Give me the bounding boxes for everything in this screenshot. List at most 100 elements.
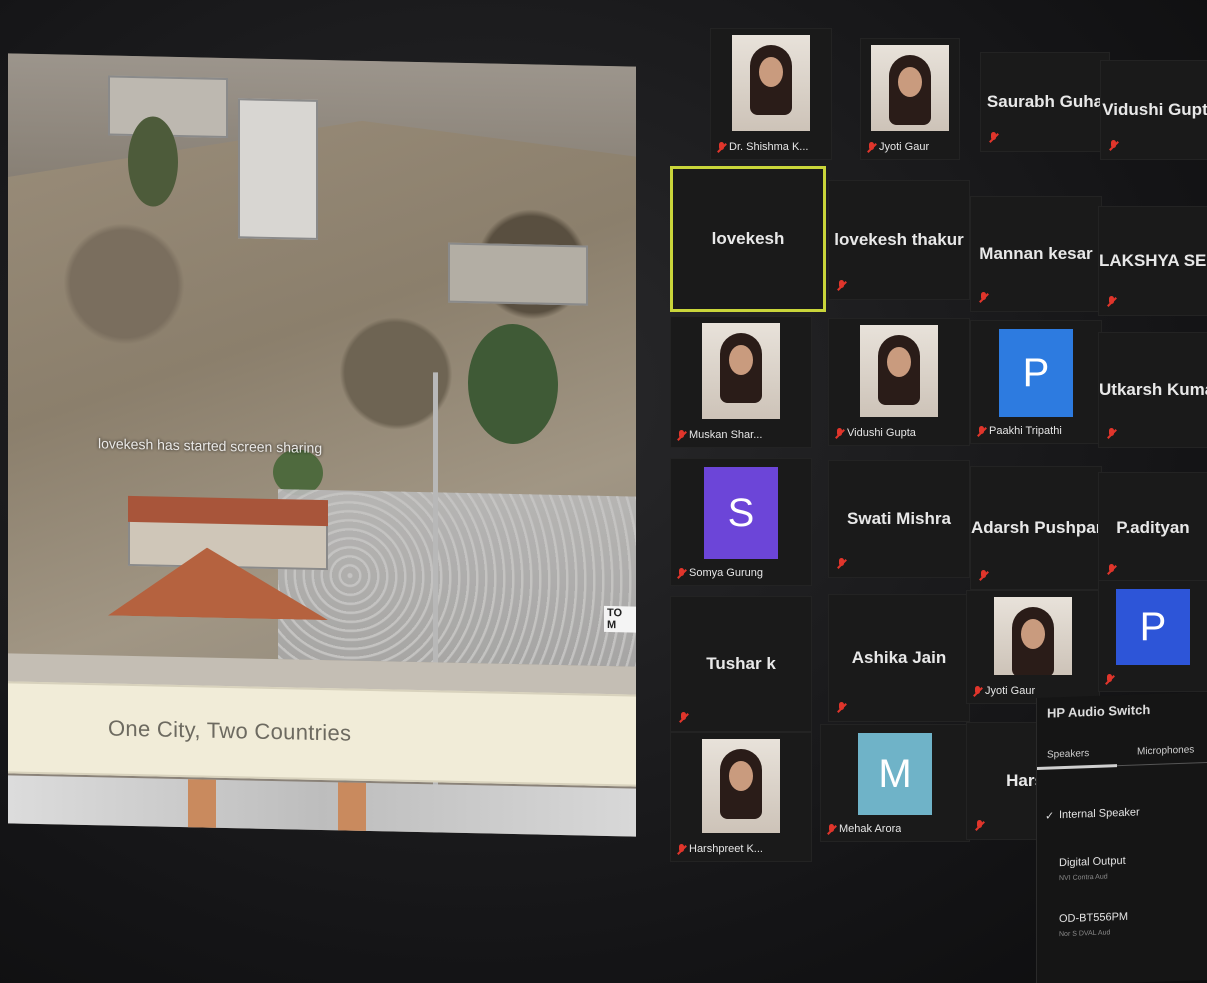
- zoom-meeting-window: lovekesh has started screen sharing TO M…: [0, 0, 1207, 983]
- audio-switch-title: HP Audio Switch: [1047, 701, 1151, 721]
- audio-device-internal-speaker[interactable]: Internal Speaker: [1059, 806, 1140, 821]
- tab-underline: [1037, 761, 1207, 769]
- participant-name-tag: Harshpreet K...: [677, 843, 763, 855]
- mic-muted-icon: [677, 567, 686, 579]
- participant-name: Ashika Jain: [851, 648, 947, 667]
- participant-name-tag: Jyoti Gaur: [973, 685, 1035, 697]
- participant-name: lovekesh: [711, 229, 785, 248]
- participant-tile[interactable]: M Mehak Arora: [820, 724, 970, 842]
- participant-tile[interactable]: Dr. Shishma K...: [710, 28, 832, 160]
- participant-name: Tushar k: [706, 654, 776, 673]
- check-icon: ✓: [1045, 810, 1055, 823]
- participant-name: Saurabh Guha: [986, 92, 1104, 111]
- participant-tile[interactable]: Vidushi Gupta: [828, 318, 970, 446]
- participant-tile[interactable]: P Paakhi Tripathi: [970, 320, 1102, 444]
- participant-name: Paakhi Tripathi: [989, 425, 1062, 437]
- participant-name: P.adityan: [1116, 518, 1190, 537]
- audio-device-digital-output[interactable]: Digital Output: [1059, 855, 1126, 869]
- participant-avatar: P: [1116, 589, 1190, 665]
- participant-video: [732, 35, 810, 131]
- participant-name: Mannan kesar: [979, 244, 1093, 263]
- participant-name: LAKSHYA SEHG: [1099, 251, 1207, 270]
- participant-name: Swati Mishra: [847, 509, 951, 528]
- participant-avatar: S: [704, 467, 778, 559]
- participant-avatar: M: [858, 733, 932, 815]
- mic-muted-icon: [827, 823, 836, 835]
- participant-video: [860, 325, 938, 417]
- mic-muted-icon: [1107, 296, 1116, 307]
- mic-muted-icon: [975, 820, 984, 831]
- slide-tree: [128, 115, 178, 207]
- participant-tile[interactable]: Muskan Shar...: [670, 316, 812, 448]
- slide-barbed-wire: [278, 489, 636, 667]
- audio-device-sub: Nor S DVAL Aud: [1059, 929, 1111, 939]
- participant-name-tag: Paakhi Tripathi: [977, 425, 1062, 437]
- mic-muted-icon: [1109, 140, 1118, 151]
- participant-video: [702, 739, 780, 833]
- mic-muted-icon: [977, 425, 986, 437]
- participant-tile[interactable]: Ashika Jain: [828, 594, 970, 722]
- participant-tile[interactable]: P: [1098, 580, 1207, 692]
- participant-name: Jyoti Gaur: [985, 685, 1036, 697]
- participant-name: Dr. Shishma K...: [729, 141, 809, 153]
- participant-tile[interactable]: Jyoti Gaur: [966, 590, 1100, 704]
- participant-name-tag: Vidushi Gupta: [835, 427, 916, 439]
- participant-tile[interactable]: Jyoti Gaur: [860, 38, 960, 160]
- mic-muted-icon: [979, 570, 988, 581]
- participant-name: Somya Gurung: [689, 567, 763, 579]
- participant-tile[interactable]: Mannan kesar: [970, 196, 1102, 312]
- participant-tile[interactable]: lovekesh thakur: [828, 180, 970, 300]
- mic-muted-icon: [989, 132, 998, 143]
- participant-video: [702, 323, 780, 419]
- participant-name: Vidushi Gupta: [847, 427, 916, 439]
- mic-muted-icon: [1105, 673, 1114, 685]
- participant-name-tag: Jyoti Gaur: [867, 141, 929, 153]
- participant-name: Jyoti Gaur: [879, 141, 930, 153]
- participant-tile[interactable]: S Somya Gurung: [670, 458, 812, 586]
- mic-muted-icon: [1107, 428, 1116, 439]
- mic-muted-icon: [1107, 564, 1116, 575]
- mic-muted-icon: [677, 843, 686, 855]
- participant-name: Adarsh Pushpam: [971, 518, 1101, 537]
- mic-muted-icon: [979, 292, 988, 303]
- participant-tile[interactable]: Utkarsh Kumar.: [1098, 332, 1207, 448]
- mic-muted-icon: [677, 429, 686, 441]
- participant-tile[interactable]: Tushar k: [670, 596, 812, 732]
- mic-muted-icon: [973, 685, 982, 697]
- tab-microphones[interactable]: Microphones: [1137, 744, 1194, 757]
- participant-tile[interactable]: LAKSHYA SEHG: [1098, 206, 1207, 316]
- participant-tile[interactable]: lovekesh: [670, 166, 826, 312]
- participant-name-tag: Dr. Shishma K...: [717, 141, 808, 153]
- slide-caption: One City, Two Countries: [108, 715, 352, 746]
- participant-tile[interactable]: Saurabh Guha: [980, 52, 1110, 152]
- participant-tile[interactable]: Adarsh Pushpam: [970, 466, 1102, 590]
- mic-muted-icon: [717, 141, 726, 153]
- participant-name: Mehak Arora: [839, 823, 902, 835]
- participant-tile[interactable]: Harshpreet K...: [670, 732, 812, 862]
- participant-video: [994, 597, 1072, 675]
- participant-tile[interactable]: Vidushi Gupt: [1100, 60, 1207, 160]
- slide-house: [448, 242, 588, 306]
- shared-screen: lovekesh has started screen sharing TO M…: [8, 53, 636, 837]
- slide-tree: [468, 323, 558, 445]
- participant-name: Utkarsh Kumar.: [1099, 380, 1207, 399]
- participant-name: lovekesh thakur: [834, 230, 964, 249]
- participant-tile[interactable]: P.adityan: [1098, 472, 1207, 584]
- tab-speakers[interactable]: Speakers: [1047, 748, 1089, 760]
- hp-audio-switch-panel: HP Audio Switch Speakers Microphones ✓ I…: [1036, 692, 1207, 983]
- participant-tile[interactable]: Swati Mishra: [828, 460, 970, 578]
- participant-name-tag: Somya Gurung: [677, 567, 763, 579]
- mic-muted-icon: [837, 558, 846, 569]
- mic-muted-icon: [837, 280, 846, 291]
- slide-sign: TO M: [604, 605, 636, 633]
- mic-muted-icon: [867, 141, 876, 153]
- participant-name-tag: Muskan Shar...: [677, 429, 762, 441]
- audio-device-sub: NVI Contra Aud: [1059, 873, 1108, 883]
- slide-caption-bar: One City, Two Countries: [8, 681, 636, 787]
- audio-device-bt[interactable]: OD-BT556PM: [1059, 911, 1128, 925]
- participant-name-tag: Mehak Arora: [827, 823, 901, 835]
- mic-muted-icon: [679, 712, 688, 723]
- participant-name: Vidushi Gupt: [1102, 100, 1207, 119]
- slide-house: [238, 98, 318, 240]
- participant-avatar: P: [999, 329, 1073, 417]
